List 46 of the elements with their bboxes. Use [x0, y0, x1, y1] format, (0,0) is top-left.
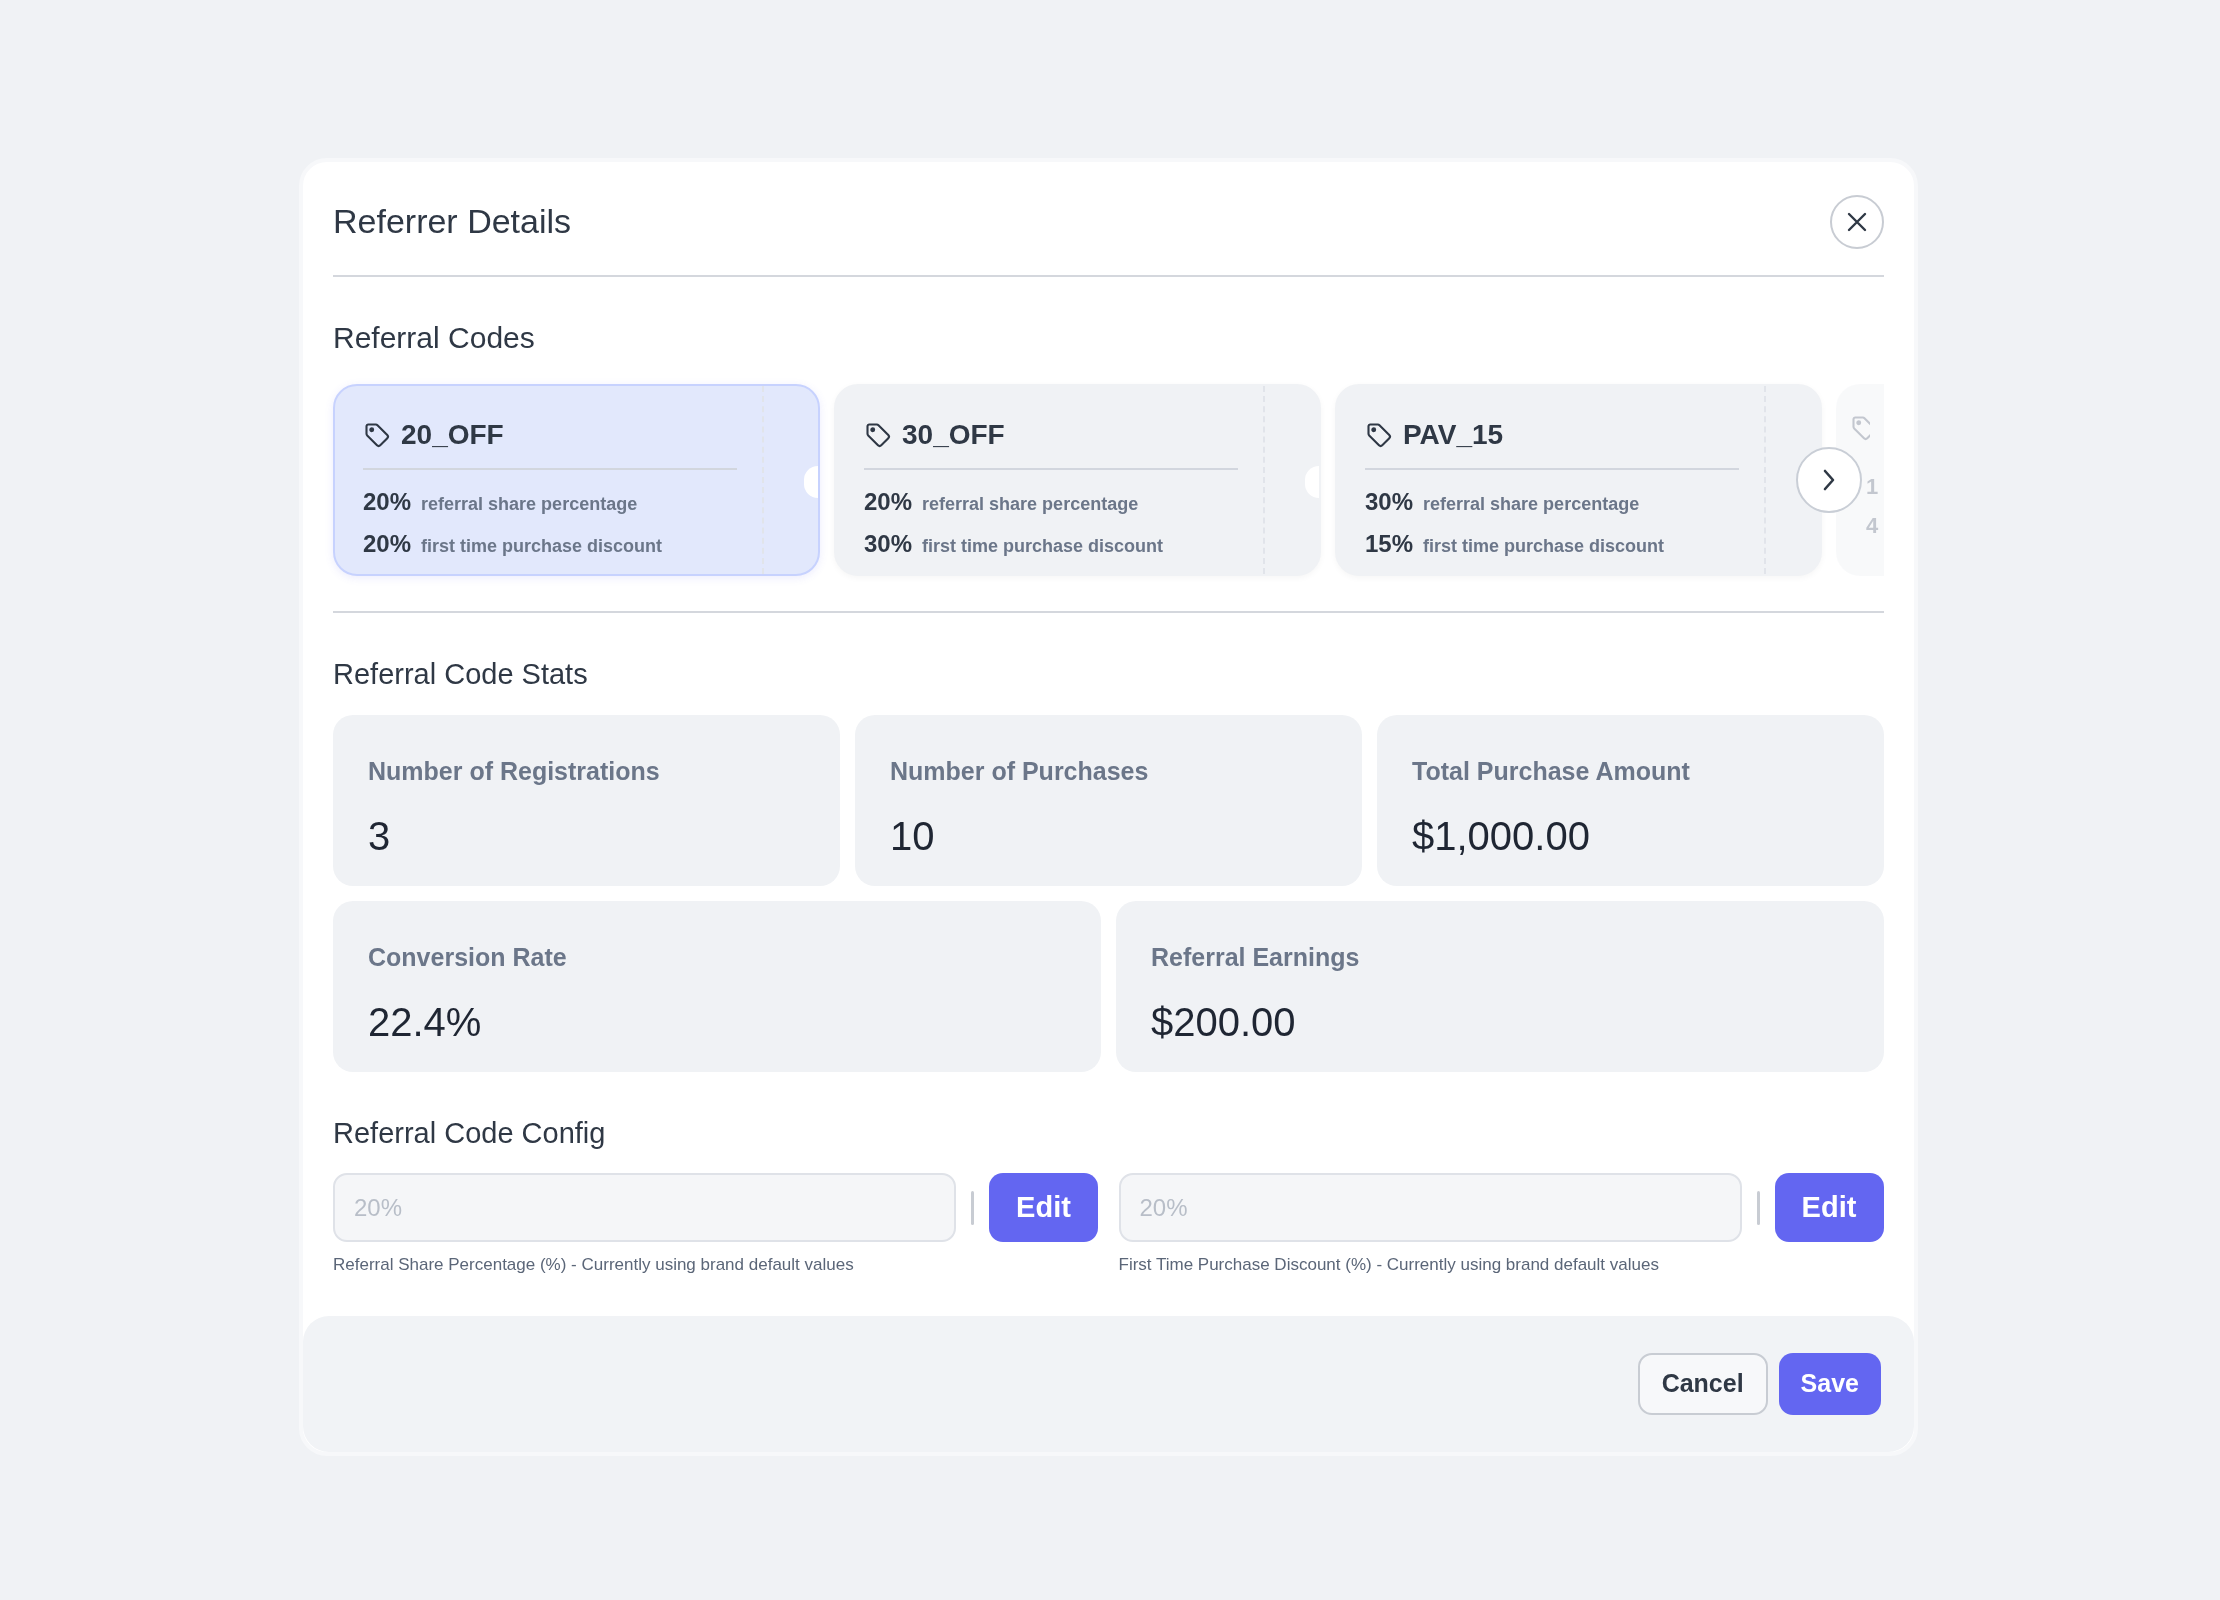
referral-code-card[interactable]: PAV_15 30% referral share percentage 15% first time purchase discount — [1335, 384, 1822, 576]
input-field[interactable]: 20% — [333, 1173, 956, 1242]
percentage-value: 20% — [864, 487, 913, 517]
dialog-title: Referrer Details — [333, 201, 572, 242]
stat-value: 3 — [368, 813, 392, 860]
stat-label: Total Purchase Amount — [1412, 755, 1691, 787]
tag-icon — [363, 421, 391, 449]
referral-code-card[interactable]: 30_OFF 20% referral share percentage 30% first time purchase discount — [834, 384, 1321, 576]
percentage-label: first time purchase discount — [421, 535, 663, 558]
section-title: Referral Codes — [333, 320, 536, 356]
percentage-value: 30% — [864, 529, 913, 559]
percentage-value: 20% — [363, 529, 412, 559]
cancel-button[interactable]: Cancel — [1637, 1352, 1768, 1415]
percentage-label: referral share percentage — [922, 493, 1139, 516]
percentage-label: first time purchase discount — [1423, 535, 1665, 558]
stat-value: $200.00 — [1151, 999, 1297, 1046]
section-title: Referral Code Stats — [333, 657, 589, 692]
stat-label: Referral Earnings — [1151, 941, 1361, 973]
percentage-value: 30% — [1365, 487, 1414, 517]
stat-label: Conversion Rate — [368, 941, 568, 973]
edit-button[interactable]: Edit — [989, 1173, 1098, 1242]
referral-code: 20_OFF — [401, 418, 504, 452]
referral-code: PAV_15 — [1403, 418, 1504, 452]
stat-value: 22.4% — [368, 999, 483, 1046]
stat-value: 10 — [890, 813, 936, 860]
percentage-label: first time purchase discount — [922, 535, 1164, 558]
stat-value: $1,000.00 — [1412, 813, 1591, 860]
tag-icon — [1850, 414, 1870, 442]
stat-label: Number of Purchases — [890, 755, 1150, 787]
percentage-value: 20% — [363, 487, 412, 517]
percentage-value: 15% — [1365, 529, 1414, 559]
referral-code-card[interactable]: 20_OFF 20% referral share percentage 20% first time purchase discount — [333, 384, 820, 576]
referral-code: 30_OFF — [902, 418, 1005, 452]
section-title: Referral Code Config — [333, 1115, 607, 1151]
percentage-label: referral share percentage — [1423, 493, 1640, 516]
input-field[interactable]: 20% — [1118, 1173, 1742, 1242]
chevron-right-icon — [1822, 468, 1836, 492]
help-text: First Time Purchase Discount (%) - Currently using brand default values — [1118, 1254, 1660, 1276]
edit-button[interactable]: Edit — [1774, 1173, 1884, 1242]
tag-icon — [864, 421, 892, 449]
close-button[interactable] — [1830, 194, 1884, 249]
save-button[interactable]: Save — [1778, 1352, 1881, 1415]
tag-icon — [1365, 421, 1393, 449]
help-text: Referral Share Percentage (%) - Currently using brand default values — [333, 1254, 855, 1276]
percentage-label: referral share percentage — [421, 493, 638, 516]
stat-label: Number of Registrations — [368, 755, 661, 787]
